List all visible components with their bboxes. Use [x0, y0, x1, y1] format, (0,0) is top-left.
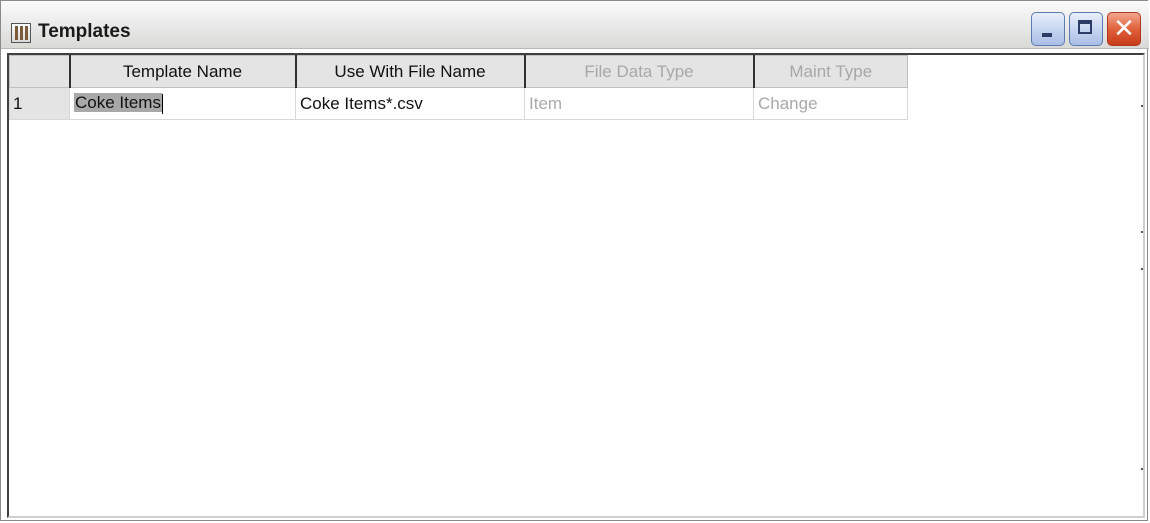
close-button[interactable]: ✕ [1107, 12, 1141, 46]
cell-template-name[interactable]: Coke Items [69, 87, 296, 120]
templates-window: Templates ✕ Template Name Use With File … [0, 0, 1149, 521]
minimize-icon [1042, 33, 1052, 37]
header-maint-type[interactable]: Maint Type [752, 55, 908, 88]
app-icon[interactable] [11, 23, 31, 43]
row-number[interactable]: 1 [9, 87, 70, 120]
templates-grid-area[interactable]: Template Name Use With File Name File Da… [7, 53, 1145, 518]
cell-file-data-type[interactable]: Item [524, 87, 754, 120]
table-row[interactable]: 1 Coke Items Coke Items*.csv Item Change [9, 87, 908, 120]
corner-header[interactable] [9, 55, 70, 88]
cell-use-with-file-name[interactable]: Coke Items*.csv [295, 87, 525, 120]
edge-marker [1141, 468, 1143, 470]
header-file-data-type[interactable]: File Data Type [523, 55, 754, 88]
window-title: Templates [38, 21, 131, 42]
templates-grid: Template Name Use With File Name File Da… [9, 55, 908, 120]
template-name-value[interactable]: Coke Items [74, 93, 162, 113]
edge-marker [1141, 268, 1143, 270]
title-bar[interactable]: Templates ✕ [1, 1, 1149, 49]
header-template-name[interactable]: Template Name [68, 55, 296, 88]
maximize-icon [1078, 20, 1092, 34]
edge-marker [1141, 105, 1143, 107]
minimize-button[interactable] [1031, 12, 1065, 46]
text-caret [161, 93, 163, 114]
header-use-with-file-name[interactable]: Use With File Name [294, 55, 525, 88]
edge-marker [1141, 231, 1143, 233]
cell-maint-type[interactable]: Change [753, 87, 908, 120]
header-row: Template Name Use With File Name File Da… [9, 55, 908, 88]
maximize-button[interactable] [1069, 12, 1103, 46]
close-icon: ✕ [1113, 14, 1135, 44]
